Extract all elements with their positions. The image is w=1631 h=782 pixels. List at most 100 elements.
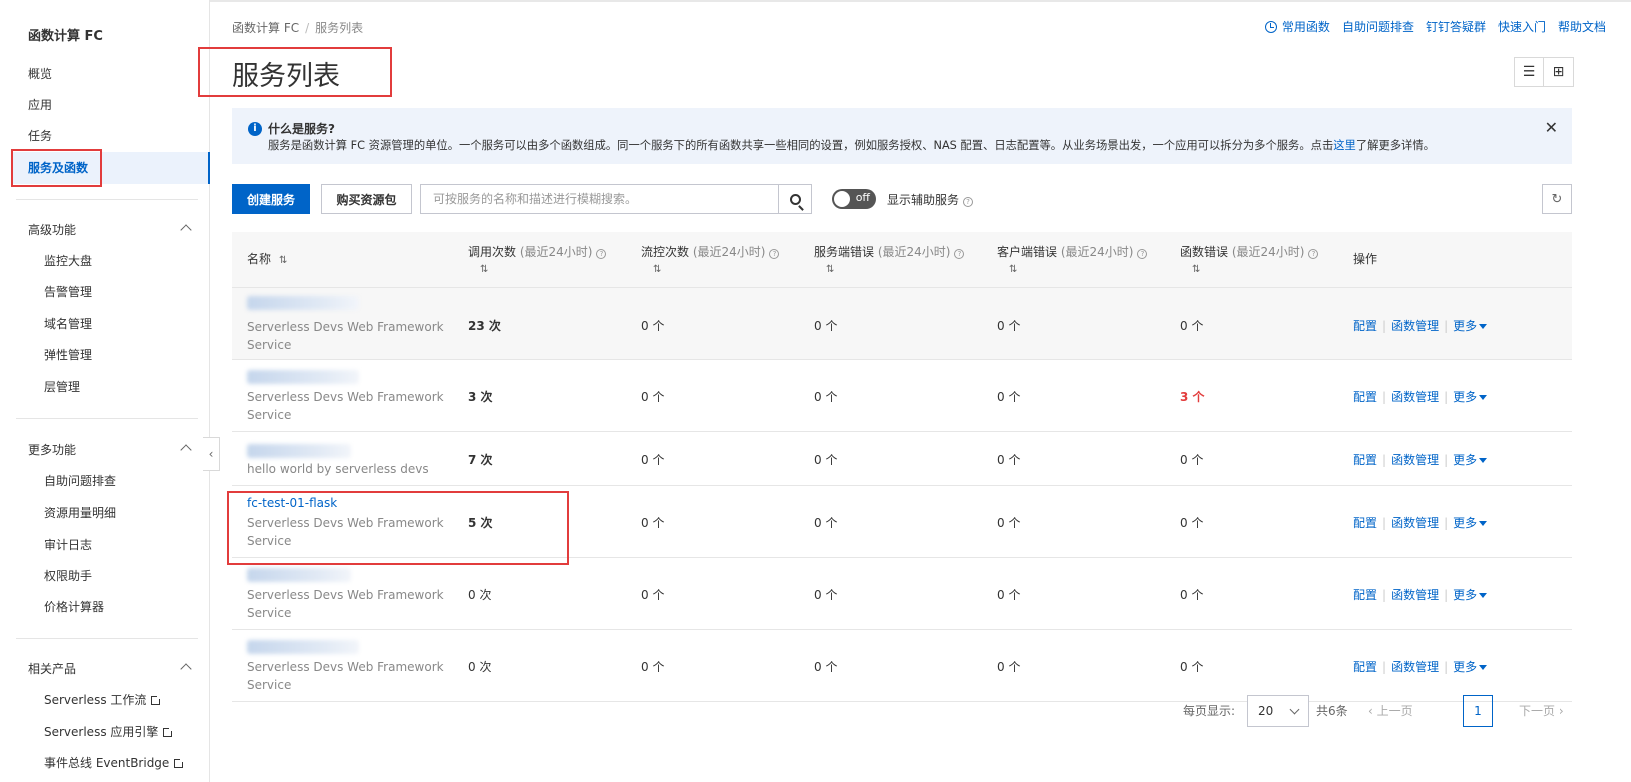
buy-package-button[interactable]: 购买资源包	[321, 184, 412, 214]
row-actions: 配置 | 函数管理 | 更多	[1353, 586, 1488, 603]
col-suffix: (最近24小时)	[519, 245, 593, 259]
help-icon[interactable]: ?	[1308, 249, 1319, 259]
sidebar-item-label: Serverless 工作流	[44, 693, 147, 707]
service-desc: Serverless Devs Web Framework Service	[247, 390, 444, 422]
function-manage-link[interactable]: 函数管理	[1391, 660, 1439, 674]
sidebar-item-audit[interactable]: 审计日志	[44, 535, 92, 555]
sidebar-item-services[interactable]: 服务及函数	[12, 152, 210, 184]
help-icon[interactable]: ?	[1137, 249, 1148, 259]
help-icon[interactable]: ?	[596, 249, 607, 259]
sidebar-group-advanced[interactable]: 高级功能	[28, 220, 192, 240]
grid-view-icon[interactable]: ⊞	[1544, 57, 1574, 87]
help-icon[interactable]: ?	[963, 197, 974, 207]
function-manage-link[interactable]: 函数管理	[1391, 390, 1439, 404]
link-common-functions[interactable]: 常用函数	[1264, 18, 1330, 35]
col-function-errors: 函数错误 (最近24小时)? ⇅	[1180, 244, 1319, 278]
sidebar-item-workflow[interactable]: Serverless 工作流	[44, 690, 163, 710]
sidebar-item-alerts[interactable]: 告警管理	[44, 282, 92, 302]
server-errors-value: 0 个	[814, 390, 838, 404]
next-page-button[interactable]: 下一页 ›	[1519, 702, 1564, 719]
row-actions: 配置 | 函数管理 | 更多	[1353, 317, 1488, 334]
sidebar-item-apps[interactable]: 应用	[28, 89, 52, 121]
row-actions: 配置 | 函数管理 | 更多	[1353, 388, 1488, 405]
sidebar-item-eventbridge[interactable]: 事件总线 EventBridge	[44, 753, 186, 773]
sidebar-collapse-button[interactable]: ‹	[203, 437, 220, 471]
function-manage-link[interactable]: 函数管理	[1391, 588, 1439, 602]
search-button[interactable]	[778, 185, 811, 213]
sort-icon[interactable]: ⇅	[826, 262, 964, 278]
divider: |	[1444, 516, 1449, 530]
sidebar-item-domains[interactable]: 域名管理	[44, 314, 92, 334]
link-dingtalk-group[interactable]: 钉钉答疑群	[1426, 18, 1486, 35]
more-dropdown[interactable]: 更多	[1453, 453, 1488, 467]
client-errors-value: 0 个	[997, 453, 1021, 467]
col-suffix: (最近24小时)	[1060, 245, 1134, 259]
server-errors-value: 0 个	[814, 516, 838, 530]
sidebar-item-overview[interactable]: 概览	[28, 58, 52, 90]
client-errors-value: 0 个	[997, 390, 1021, 404]
divider: |	[1444, 660, 1449, 674]
more-dropdown[interactable]: 更多	[1453, 319, 1488, 333]
chevron-up-icon	[180, 663, 192, 675]
link-troubleshoot[interactable]: 自助问题排查	[1342, 18, 1414, 35]
help-icon[interactable]: ?	[954, 249, 965, 259]
more-dropdown[interactable]: 更多	[1453, 390, 1488, 404]
sort-icon[interactable]: ⇅	[1192, 262, 1318, 278]
more-dropdown[interactable]: 更多	[1453, 660, 1488, 674]
invocations-value: 0 次	[468, 588, 492, 602]
table-row: hello world by serverless devs 7 次 0 个 0…	[232, 432, 1572, 486]
refresh-button[interactable]: ↻	[1542, 184, 1572, 214]
chevron-up-icon	[180, 224, 192, 236]
search-input[interactable]	[421, 185, 779, 213]
function-errors-value: 0 个	[1180, 588, 1204, 602]
config-link[interactable]: 配置	[1353, 453, 1377, 467]
sort-icon[interactable]: ⇅	[1009, 262, 1147, 278]
function-errors-value: 3 个	[1180, 390, 1205, 404]
sidebar-item-layers[interactable]: 层管理	[44, 377, 80, 397]
sort-icon[interactable]: ⇅	[279, 255, 287, 266]
sidebar-item-tasks[interactable]: 任务	[28, 120, 52, 152]
chevron-right-icon: ›	[1555, 704, 1564, 718]
breadcrumb-root[interactable]: 函数计算 FC	[232, 21, 299, 35]
page-number-current[interactable]: 1	[1463, 695, 1493, 727]
sidebar-item-elasticity[interactable]: 弹性管理	[44, 345, 92, 365]
sidebar-item-sae[interactable]: Serverless 应用引擎	[44, 722, 175, 742]
sidebar-group-related[interactable]: 相关产品	[28, 659, 192, 679]
config-link[interactable]: 配置	[1353, 516, 1377, 530]
create-service-button[interactable]: 创建服务	[232, 184, 310, 214]
sort-icon[interactable]: ⇅	[480, 262, 606, 278]
sidebar-group-more[interactable]: 更多功能	[28, 440, 192, 460]
config-link[interactable]: 配置	[1353, 588, 1377, 602]
sort-icon[interactable]: ⇅	[653, 262, 779, 278]
notice-link[interactable]: 这里	[1333, 139, 1356, 152]
function-manage-link[interactable]: 函数管理	[1391, 516, 1439, 530]
sidebar-item-usage[interactable]: 资源用量明细	[44, 503, 116, 523]
aux-services-toggle[interactable]: off	[832, 189, 876, 209]
sidebar-item-pricing[interactable]: 价格计算器	[44, 597, 104, 617]
throttles-value: 0 个	[641, 453, 665, 467]
config-link[interactable]: 配置	[1353, 390, 1377, 404]
service-name-link[interactable]: fc-test-01-flask	[247, 496, 337, 510]
col-name[interactable]: 名称 ⇅	[247, 251, 287, 269]
list-view-icon[interactable]: ☰	[1514, 57, 1544, 87]
breadcrumb-separator: /	[305, 21, 310, 35]
link-docs[interactable]: 帮助文档	[1558, 18, 1606, 35]
function-manage-link[interactable]: 函数管理	[1391, 453, 1439, 467]
config-link[interactable]: 配置	[1353, 660, 1377, 674]
link-quickstart[interactable]: 快速入门	[1498, 18, 1546, 35]
config-link[interactable]: 配置	[1353, 319, 1377, 333]
sidebar-item-troubleshoot[interactable]: 自助问题排查	[44, 471, 116, 491]
redacted-name	[247, 370, 359, 384]
function-manage-link[interactable]: 函数管理	[1391, 319, 1439, 333]
row-actions: 配置 | 函数管理 | 更多	[1353, 658, 1488, 675]
help-icon[interactable]: ?	[769, 249, 780, 259]
invocations-value: 3 次	[468, 390, 493, 404]
more-dropdown[interactable]: 更多	[1453, 516, 1488, 530]
close-icon[interactable]: ✕	[1545, 118, 1558, 137]
sidebar-divider	[16, 638, 198, 639]
per-page-select[interactable]: 20	[1247, 695, 1309, 727]
sidebar-item-dashboard[interactable]: 监控大盘	[44, 251, 92, 271]
sidebar-item-permissions[interactable]: 权限助手	[44, 566, 92, 586]
prev-page-button[interactable]: ‹ 上一页	[1368, 702, 1413, 719]
more-dropdown[interactable]: 更多	[1453, 588, 1488, 602]
